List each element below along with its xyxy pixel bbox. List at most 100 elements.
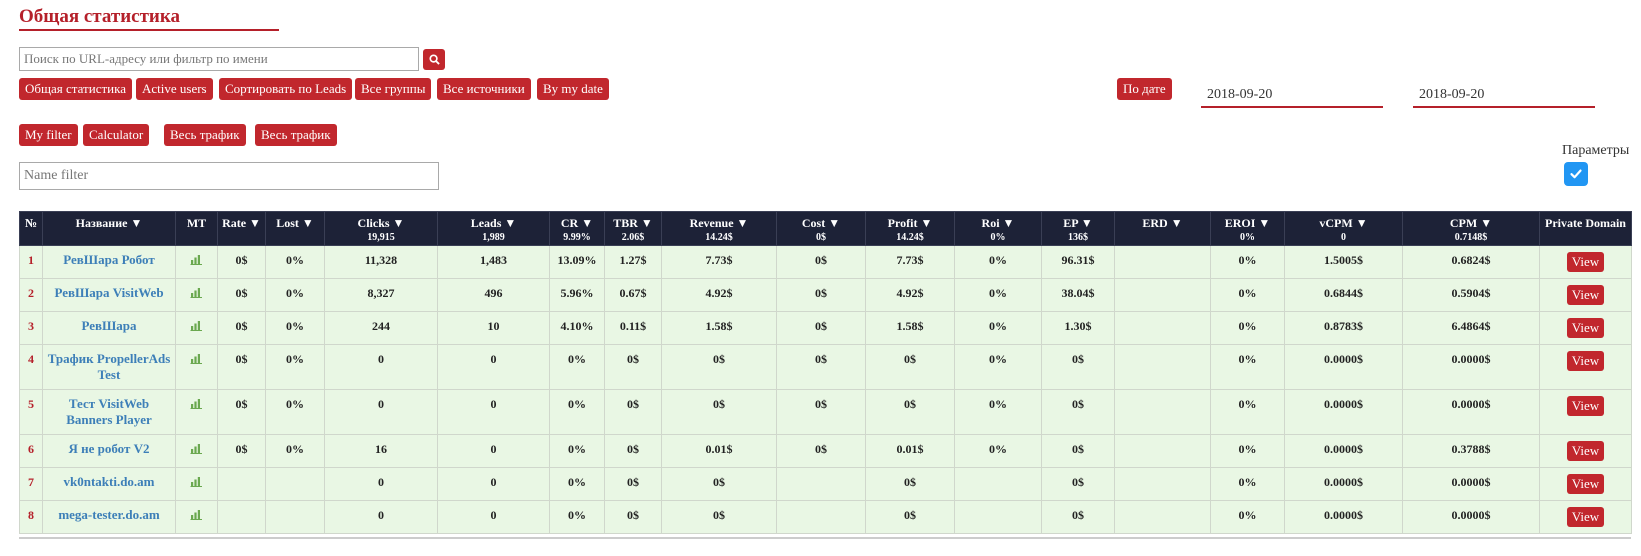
name-filter-input[interactable] xyxy=(19,162,439,190)
row-erd xyxy=(1114,278,1211,312)
row-private-domain: View xyxy=(1539,389,1632,435)
row-name-link[interactable]: Я не робот V2 xyxy=(42,434,176,468)
row-erd xyxy=(1114,389,1211,435)
row-number: 5 xyxy=(19,389,43,435)
col-ep-header[interactable]: EP ▼ 136$ xyxy=(1041,211,1115,246)
general-stats-button[interactable]: Общая статистика xyxy=(19,78,132,100)
row-number: 1 xyxy=(19,245,43,279)
row-vcpm: 0.8783$ xyxy=(1284,311,1403,345)
by-my-date-button[interactable]: By my date xyxy=(537,78,609,100)
row-leads: 1,483 xyxy=(437,245,550,279)
col-rate-header-label: Rate ▼ xyxy=(222,216,261,230)
row-name-link[interactable]: РевШара xyxy=(42,311,176,345)
col-tbr-total: 2.06$ xyxy=(621,232,645,243)
col-cpm-header[interactable]: CPM ▼ 0.7148$ xyxy=(1402,211,1540,246)
row-mt-cell[interactable] xyxy=(175,245,218,279)
row-mt-cell[interactable] xyxy=(175,500,218,534)
row-leads: 0 xyxy=(437,500,550,534)
by-date-button[interactable]: По дате xyxy=(1117,78,1172,100)
all-sources-button[interactable]: Все источники xyxy=(437,78,531,100)
view-button[interactable]: View xyxy=(1566,441,1605,461)
row-cpm: 0.0000$ xyxy=(1402,500,1540,534)
view-button[interactable]: View xyxy=(1566,318,1605,338)
row-name-link[interactable]: mega-tester.do.am xyxy=(42,500,176,534)
row-mt-cell[interactable] xyxy=(175,311,218,345)
row-mt-cell[interactable] xyxy=(175,467,218,501)
view-button[interactable]: View xyxy=(1566,507,1605,527)
view-button[interactable]: View xyxy=(1566,351,1605,371)
col-rate-header[interactable]: Rate ▼ xyxy=(217,211,266,246)
col-erd-header[interactable]: ERD ▼ xyxy=(1114,211,1211,246)
row-cr: 0% xyxy=(549,344,605,390)
active-users-button[interactable]: Active users xyxy=(136,78,213,100)
sort-by-leads-button[interactable]: Сортировать по Leads xyxy=(219,78,353,100)
row-eroi: 0% xyxy=(1210,344,1285,390)
col-eroi-header[interactable]: EROI ▼ 0% xyxy=(1210,211,1285,246)
row-mt-cell[interactable] xyxy=(175,389,218,435)
row-lost xyxy=(265,500,325,534)
row-name-link[interactable]: Трафик PropellerAds Test xyxy=(42,344,176,390)
col-leads-header[interactable]: Leads ▼ 1,989 xyxy=(437,211,550,246)
all-traffic-button-2[interactable]: Весь трафик xyxy=(255,124,337,146)
col-cost-total: 0$ xyxy=(816,232,826,243)
row-mt-cell[interactable] xyxy=(175,344,218,390)
row-mt-cell[interactable] xyxy=(175,434,218,468)
row-tbr: 0$ xyxy=(604,434,662,468)
row-name-link[interactable]: Тест VisitWeb Banners Player xyxy=(42,389,176,435)
col-clicks-total: 19,915 xyxy=(367,232,395,243)
col-cr-header[interactable]: CR ▼ 9.99% xyxy=(549,211,605,246)
col-revenue-header[interactable]: Revenue ▼ 14.24$ xyxy=(661,211,777,246)
row-eroi: 0% xyxy=(1210,389,1285,435)
date-from-field[interactable] xyxy=(1201,84,1383,108)
col-cr-total: 9.99% xyxy=(563,232,591,243)
col-roi-header[interactable]: Roi ▼ 0% xyxy=(954,211,1042,246)
col-cpm-total: 0.7148$ xyxy=(1454,232,1488,243)
row-profit: 0$ xyxy=(865,389,955,435)
col-profit-header[interactable]: Profit ▼ 14.24$ xyxy=(865,211,955,246)
view-button[interactable]: View xyxy=(1566,252,1605,272)
row-lost: 0% xyxy=(265,245,325,279)
row-profit: 0.01$ xyxy=(865,434,955,468)
row-cpm: 0.3788$ xyxy=(1402,434,1540,468)
row-revenue: 0$ xyxy=(661,344,777,390)
all-traffic-button[interactable]: Весь трафик xyxy=(164,124,246,146)
row-roi: 0% xyxy=(954,278,1042,312)
row-ep: 0$ xyxy=(1041,434,1115,468)
row-rate: 0$ xyxy=(217,278,266,312)
row-lost: 0% xyxy=(265,389,325,435)
search-input[interactable] xyxy=(19,47,419,71)
all-groups-button[interactable]: Все группы xyxy=(355,78,432,100)
bar-chart-icon xyxy=(190,255,202,265)
col-name-header-label: Название ▼ xyxy=(75,216,143,230)
view-button[interactable]: View xyxy=(1566,396,1605,416)
row-name-link[interactable]: РевШара Робот xyxy=(42,245,176,279)
row-mt-cell[interactable] xyxy=(175,278,218,312)
view-button[interactable]: View xyxy=(1566,474,1605,494)
table-row: 3 РевШара 0$ 0% 244 10 4.10% 0.11$ 1.58$ 0$ 1.58$ 0… xyxy=(19,311,1632,345)
row-leads: 10 xyxy=(437,311,550,345)
row-name-link[interactable]: РевШара VisitWeb xyxy=(42,278,176,312)
params-checkbox[interactable] xyxy=(1564,162,1588,186)
col-lost-header[interactable]: Lost ▼ xyxy=(265,211,325,246)
col-clicks-header-label: Clicks ▼ xyxy=(357,216,405,230)
row-ep: 0$ xyxy=(1041,389,1115,435)
col-cpm-header-label: CPM ▼ xyxy=(1449,216,1493,230)
my-filter-button[interactable]: My filter xyxy=(19,124,78,146)
row-cr: 0% xyxy=(549,467,605,501)
col-cost-header[interactable]: Cost ▼ 0$ xyxy=(776,211,866,246)
view-button[interactable]: View xyxy=(1566,285,1605,305)
col-name-header[interactable]: Название ▼ xyxy=(42,211,176,246)
table-body: 1 РевШара Робот 0$ 0% 11,328 1,483 13.09% 1.27$… xyxy=(19,245,1632,534)
col-leads-header-label: Leads ▼ xyxy=(470,216,517,230)
col-tbr-header[interactable]: TBR ▼ 2.06$ xyxy=(604,211,662,246)
col-erd-header-label: ERD ▼ xyxy=(1142,216,1183,230)
row-name-link[interactable]: vk0ntakti.do.am xyxy=(42,467,176,501)
search-button[interactable] xyxy=(423,48,445,70)
date-to-field[interactable] xyxy=(1413,84,1595,108)
calculator-button[interactable]: Calculator xyxy=(83,124,150,146)
col-vcpm-header[interactable]: vCPM ▼ 0 xyxy=(1284,211,1403,246)
row-roi: 0% xyxy=(954,389,1042,435)
row-erd xyxy=(1114,500,1211,534)
col-clicks-header[interactable]: Clicks ▼ 19,915 xyxy=(324,211,438,246)
row-number: 8 xyxy=(19,500,43,534)
